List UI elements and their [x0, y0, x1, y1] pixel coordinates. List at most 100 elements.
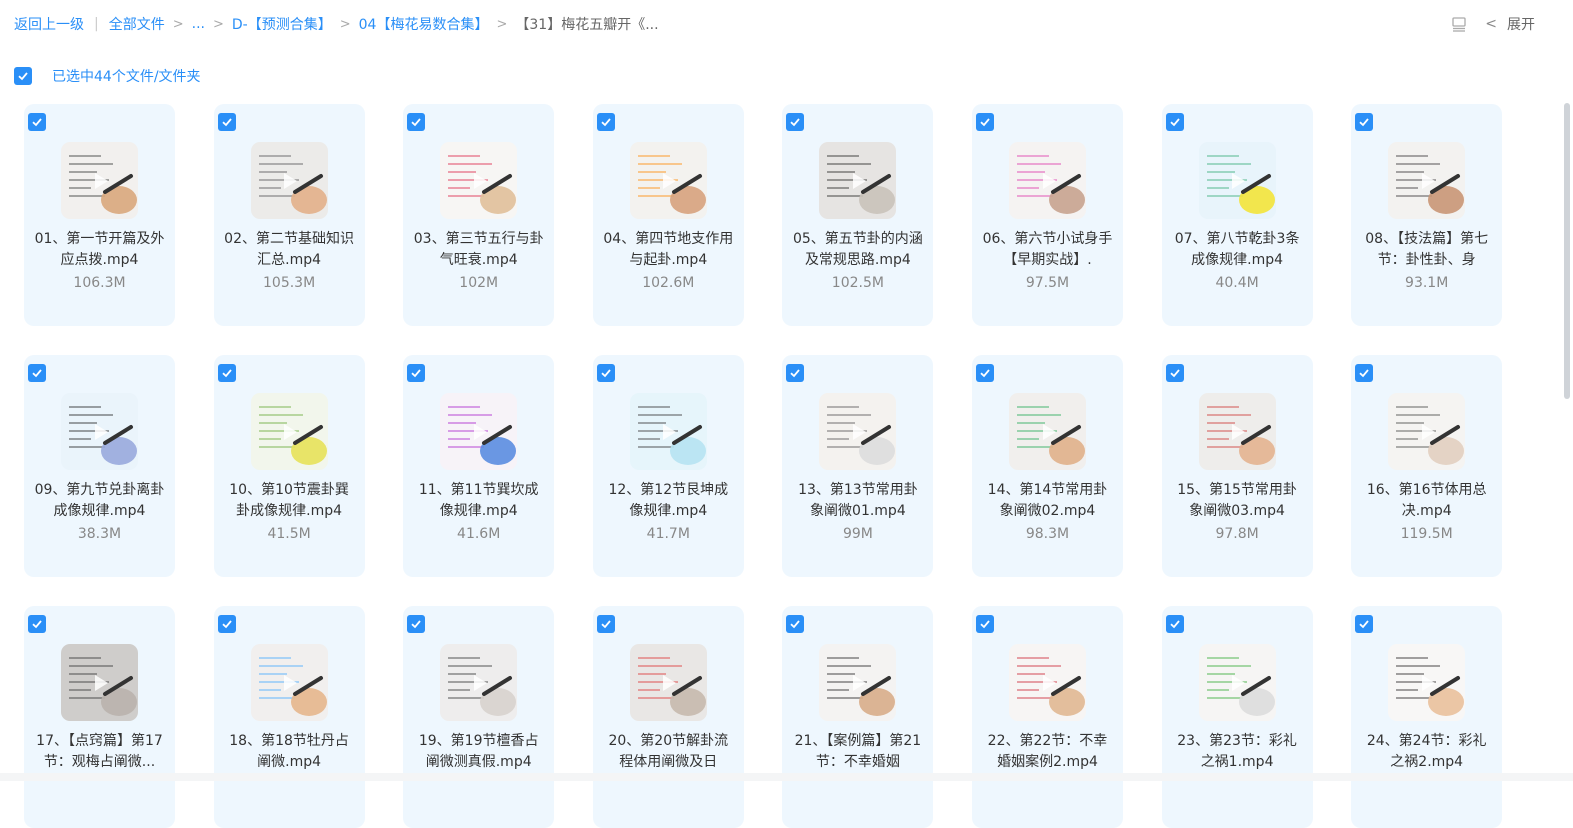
file-card[interactable]: 17、【点窍篇】第17节：观梅占阐微... — [24, 606, 175, 828]
select-all-checkbox[interactable] — [14, 67, 32, 85]
file-checkbox[interactable] — [218, 113, 236, 131]
file-checkbox[interactable] — [1355, 113, 1373, 131]
video-thumbnail[interactable] — [61, 644, 138, 721]
video-thumbnail[interactable] — [1388, 142, 1465, 219]
file-checkbox[interactable] — [407, 364, 425, 382]
video-thumbnail[interactable] — [1009, 142, 1086, 219]
file-name: 22、第22节：不幸婚姻案例2.mp4 — [982, 731, 1113, 773]
file-checkbox[interactable] — [28, 615, 46, 633]
breadcrumb-current: 【31】梅花五瓣开《... — [515, 14, 658, 34]
file-size: 102.6M — [593, 275, 744, 291]
video-thumbnail[interactable] — [440, 142, 517, 219]
play-icon — [1232, 173, 1245, 189]
file-checkbox[interactable] — [28, 113, 46, 131]
file-card[interactable]: 20、第20节解卦流程体用阐微及日 — [593, 606, 744, 828]
scrollbar[interactable] — [1564, 103, 1570, 399]
file-card[interactable]: 22、第22节：不幸婚姻案例2.mp4 — [972, 606, 1123, 828]
file-checkbox[interactable] — [976, 364, 994, 382]
file-size: 41.6M — [403, 526, 554, 542]
file-card[interactable]: 13、第13节常用卦象阐微01.mp499M — [782, 355, 933, 577]
breadcrumb-level1[interactable]: D-【预测合集】 — [232, 14, 332, 34]
file-card[interactable]: 14、第14节常用卦象阐微02.mp498.3M — [972, 355, 1123, 577]
video-thumbnail[interactable] — [251, 142, 328, 219]
file-size: 93.1M — [1351, 275, 1502, 291]
file-card[interactable]: 08、【技法篇】第七节：卦性卦、身93.1M — [1351, 104, 1502, 326]
file-checkbox[interactable] — [1355, 364, 1373, 382]
file-checkbox[interactable] — [407, 615, 425, 633]
file-card[interactable]: 24、第24节：彩礼之祸2.mp4 — [1351, 606, 1502, 828]
file-card[interactable]: 09、第九节兑卦离卦成像规律.mp438.3M — [24, 355, 175, 577]
video-thumbnail[interactable] — [251, 644, 328, 721]
video-thumbnail[interactable] — [251, 393, 328, 470]
breadcrumb-level2[interactable]: 04【梅花易数合集】 — [359, 14, 489, 34]
file-size: 119.5M — [1351, 526, 1502, 542]
play-icon — [284, 424, 297, 440]
video-thumbnail[interactable] — [1199, 142, 1276, 219]
file-checkbox[interactable] — [1355, 615, 1373, 633]
file-checkbox[interactable] — [786, 615, 804, 633]
chevron-left-icon[interactable]: < — [1485, 16, 1497, 32]
file-checkbox[interactable] — [976, 615, 994, 633]
file-checkbox[interactable] — [28, 364, 46, 382]
file-card[interactable]: 15、第15节常用卦象阐微03.mp497.8M — [1162, 355, 1313, 577]
file-card[interactable]: 23、第23节：彩礼之祸1.mp4 — [1162, 606, 1313, 828]
file-size: 40.4M — [1162, 275, 1313, 291]
video-thumbnail[interactable] — [630, 142, 707, 219]
file-checkbox[interactable] — [1166, 364, 1184, 382]
breadcrumb-all-files[interactable]: 全部文件 — [109, 14, 165, 34]
video-thumbnail[interactable] — [1199, 393, 1276, 470]
file-card[interactable]: 04、第四节地支作用与起卦.mp4102.6M — [593, 104, 744, 326]
file-card[interactable]: 07、第八节乾卦3条成像规律.mp440.4M — [1162, 104, 1313, 326]
file-card[interactable]: 19、第19节檀香占阐微测真假.mp4 — [403, 606, 554, 828]
file-card[interactable]: 12、第12节艮坤成像规律.mp441.7M — [593, 355, 744, 577]
breadcrumb-ellipsis[interactable]: ... — [192, 16, 205, 32]
video-thumbnail[interactable] — [1388, 393, 1465, 470]
check-icon — [1358, 367, 1370, 379]
file-checkbox[interactable] — [597, 364, 615, 382]
file-name: 10、第10节震卦巽卦成像规律.mp4 — [224, 480, 355, 522]
file-card[interactable]: 05、第五节卦的内涵及常规思路.mp4102.5M — [782, 104, 933, 326]
video-thumbnail[interactable] — [440, 644, 517, 721]
check-icon — [789, 618, 801, 630]
file-card[interactable]: 10、第10节震卦巽卦成像规律.mp4 41.5M — [214, 355, 365, 577]
video-thumbnail[interactable] — [630, 644, 707, 721]
file-size: 102M — [403, 275, 554, 291]
video-thumbnail[interactable] — [1388, 644, 1465, 721]
file-size: 41.5M — [214, 526, 365, 542]
bottom-strip — [0, 773, 1573, 781]
file-checkbox[interactable] — [1166, 615, 1184, 633]
file-card[interactable]: 03、第三节五行与卦气旺衰.mp4102M — [403, 104, 554, 326]
video-thumbnail[interactable] — [61, 393, 138, 470]
video-thumbnail[interactable] — [630, 393, 707, 470]
video-thumbnail[interactable] — [61, 142, 138, 219]
video-thumbnail[interactable] — [440, 393, 517, 470]
list-view-icon[interactable] — [1451, 16, 1467, 32]
back-button[interactable]: 返回上一级 — [14, 14, 84, 34]
file-card[interactable]: 21、【案例篇】第21节：不幸婚姻 — [782, 606, 933, 828]
file-checkbox[interactable] — [597, 113, 615, 131]
file-checkbox[interactable] — [786, 364, 804, 382]
file-card[interactable]: 18、第18节牡丹占阐微.mp4 — [214, 606, 365, 828]
file-name: 02、第二节基础知识汇总.mp4 — [224, 229, 355, 271]
file-checkbox[interactable] — [1166, 113, 1184, 131]
expand-button[interactable]: 展开 — [1507, 14, 1535, 34]
chevron-right-icon: > — [213, 17, 224, 32]
check-icon — [221, 116, 233, 128]
file-checkbox[interactable] — [786, 113, 804, 131]
video-thumbnail[interactable] — [819, 393, 896, 470]
video-thumbnail[interactable] — [1009, 393, 1086, 470]
video-thumbnail[interactable] — [819, 142, 896, 219]
file-checkbox[interactable] — [218, 615, 236, 633]
video-thumbnail[interactable] — [1199, 644, 1276, 721]
file-card[interactable]: 01、第一节开篇及外应点拨.mp4106.3M — [24, 104, 175, 326]
file-checkbox[interactable] — [597, 615, 615, 633]
file-card[interactable]: 16、第16节体用总决.mp4119.5M — [1351, 355, 1502, 577]
file-card[interactable]: 06、第六节小试身手【早期实战】.97.5M — [972, 104, 1123, 326]
file-checkbox[interactable] — [218, 364, 236, 382]
file-checkbox[interactable] — [976, 113, 994, 131]
file-card[interactable]: 02、第二节基础知识汇总.mp4105.3M — [214, 104, 365, 326]
file-card[interactable]: 11、第11节巽坎成像规律.mp441.6M — [403, 355, 554, 577]
file-checkbox[interactable] — [407, 113, 425, 131]
video-thumbnail[interactable] — [819, 644, 896, 721]
video-thumbnail[interactable] — [1009, 644, 1086, 721]
